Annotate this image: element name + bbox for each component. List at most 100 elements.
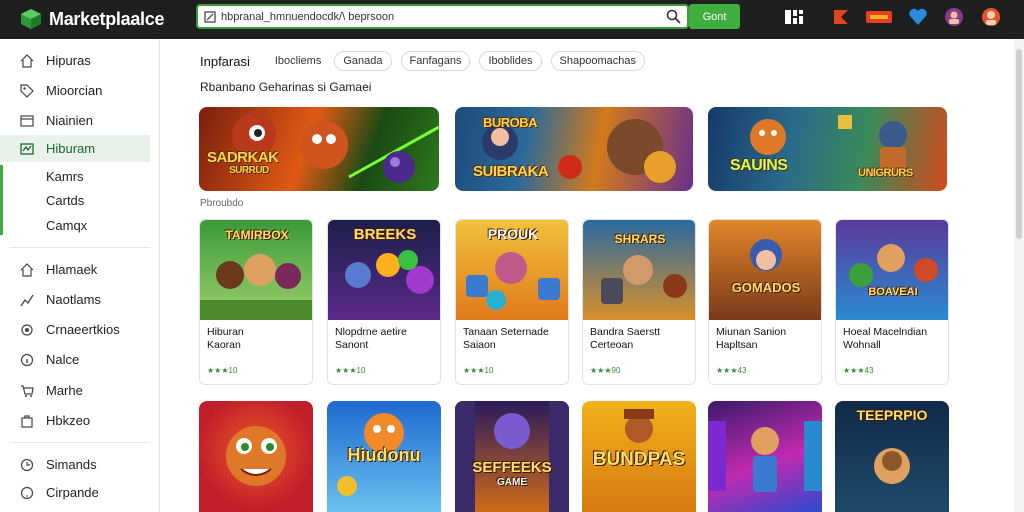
sidebar: Hipuras Mioorcian Niainien Hiburam Kamrs… [0, 39, 160, 512]
game-rating: ★★★10 [335, 366, 366, 375]
profile-badge-icon[interactable] [943, 6, 965, 28]
sidebar-item-cart[interactable]: Marhe [0, 377, 150, 404]
app-grid-icon[interactable] [783, 6, 805, 28]
brand-name: Marketplaalce [49, 8, 165, 29]
game-card-large[interactable]: Hiudonu [327, 401, 441, 512]
game-card[interactable]: GOMADOS Miunan Sanion Hapltsan ★★★43 [708, 219, 822, 385]
chart-icon [20, 294, 34, 306]
featured-banner-2[interactable]: BUROBA SUIBRAKA [455, 107, 693, 191]
tab-2[interactable]: Ganada [334, 51, 392, 71]
sidebar-item-label: Hiburam [46, 141, 96, 156]
sidebar-item-camqx[interactable]: Camqx [0, 212, 150, 239]
deals-icon[interactable] [865, 6, 893, 28]
sidebar-item-history[interactable]: Simands [0, 451, 150, 478]
settings-icon [21, 323, 33, 336]
game-card-large[interactable]: SEFFEEKS GAME [455, 401, 569, 512]
scrollbar-thumb[interactable] [1016, 49, 1022, 239]
game-thumb-title: TAMIRBOX [225, 228, 289, 242]
game-name: Hiburan [207, 326, 244, 338]
game-thumbnail: SHRARS [583, 220, 695, 320]
game-subtitle: Wohnall [843, 339, 881, 351]
tab-5[interactable]: Shapoomachas [550, 51, 645, 71]
game-rating: ★★★43 [843, 366, 874, 375]
popular-section-title: Pbroubdo [200, 198, 244, 209]
clock-icon [20, 458, 34, 471]
home-icon [20, 53, 34, 68]
tab-4[interactable]: Iboblides [479, 51, 542, 71]
avatar-icon[interactable] [980, 6, 1002, 28]
game-thumbnail: TAMIRBOX [200, 220, 312, 320]
sidebar-item-label: Naotlams [46, 292, 101, 307]
game-thumbnail: BOAVEAI [836, 220, 948, 320]
featured-banner-1[interactable]: SADRKAK SURRUD [199, 107, 439, 191]
game-card-large[interactable] [199, 401, 313, 512]
filter-tabs: Inpfarasi Ibocliems Ganada Fanfagans Ibo… [200, 51, 645, 71]
sidebar-item-label: Niainien [46, 113, 93, 128]
sidebar-item-label: Marhe [46, 383, 83, 398]
search-input[interactable] [221, 10, 651, 23]
game-card-large[interactable] [708, 401, 822, 512]
window-icon [20, 114, 34, 127]
sidebar-item-label: Crnaeertkios [46, 322, 120, 337]
sidebar-item-label: Camqx [46, 218, 88, 233]
bag-icon [21, 414, 33, 428]
game-thumb-subtitle: GAME [497, 477, 527, 488]
sidebar-item-kamrs[interactable]: Kamrs [0, 163, 150, 190]
game-rating: ★★★90 [590, 366, 621, 375]
games-icon [20, 142, 34, 155]
game-subtitle: Certeoan [590, 339, 634, 351]
search-icon[interactable] [666, 9, 681, 24]
top-bar: Marketplaalce Gont [0, 0, 1024, 39]
sidebar-item-window[interactable]: Niainien [0, 107, 150, 134]
search-field-icon [204, 10, 216, 23]
tab-3[interactable]: Fanfagans [400, 51, 471, 71]
game-thumb-title: Hiudonu [347, 445, 421, 465]
banner-subtitle: UNIGRURS [858, 167, 913, 179]
game-name: Hoeal Macelndian [843, 326, 928, 338]
sidebar-item-label: Cartds [46, 193, 85, 208]
game-card[interactable]: SHRARS Bandra Saerstt Certeoan ★★★90 [582, 219, 696, 385]
sidebar-item-bag[interactable]: Hbkzeo [0, 407, 150, 434]
sidebar-item-settings[interactable]: Crnaeertkios [0, 316, 150, 343]
game-name: Tanaan Seternade [463, 326, 549, 338]
sidebar-item-home[interactable]: Hipuras [0, 47, 150, 74]
sidebar-item-info[interactable]: Nalce [0, 346, 150, 373]
sidebar-item-label: Cirpande [46, 485, 99, 500]
game-card[interactable]: PROUK Tanaan Seternade Saiaon ★★★10 [455, 219, 569, 385]
game-subtitle: Sanont [335, 339, 369, 351]
tab-1[interactable]: Ibocliems [271, 52, 325, 70]
banner-title: SADRKAK [207, 149, 279, 166]
sidebar-item-games[interactable]: Hiburam [0, 135, 150, 162]
flag-icon[interactable] [830, 6, 852, 28]
sidebar-item-tags[interactable]: Mioorcian [0, 77, 150, 104]
tabs-title: Inpfarasi [200, 53, 250, 69]
game-thumb-title: TEEPRPIO [856, 407, 928, 423]
sidebar-item-help[interactable]: Cirpande [0, 479, 150, 506]
game-name: Bandra Saerstt [590, 326, 661, 338]
game-rating: ★★★43 [716, 366, 747, 375]
game-subtitle: Saiaon [463, 339, 496, 351]
game-thumb-title: BOAVEAI [868, 286, 918, 298]
game-subtitle: Kaoran [207, 339, 241, 351]
heart-icon[interactable] [907, 6, 929, 28]
search-go-button[interactable]: Gont [689, 4, 740, 29]
sidebar-item-label: Kamrs [46, 169, 84, 184]
game-card[interactable]: BREEKS Nlopdrne aetire Sanont ★★★10 [327, 219, 441, 385]
sidebar-item-cards[interactable]: Cartds [0, 187, 150, 214]
banner-title: SAUINS [730, 157, 788, 174]
featured-section-title: Rbanbano Geharinas si Gamaei [200, 80, 372, 94]
sidebar-item-home-2[interactable]: Hlamaek [0, 256, 150, 283]
game-card-large[interactable]: TEEPRPIO [835, 401, 949, 512]
sidebar-item-stats[interactable]: Naotlams [0, 286, 150, 313]
sidebar-item-label: Hipuras [46, 53, 91, 68]
featured-banner-3[interactable]: SAUINS UNIGRURS [708, 107, 947, 191]
search-bar[interactable] [196, 4, 689, 29]
game-card-large[interactable]: BUNDPAS [582, 401, 696, 512]
scrollbar[interactable] [1014, 39, 1024, 512]
game-card[interactable]: TAMIRBOX Hiburan Kaoran ★★★10 [199, 219, 313, 385]
tag-icon [20, 83, 34, 98]
marketplace-logo[interactable]: Marketplaalce [20, 6, 164, 32]
game-card[interactable]: BOAVEAI Hoeal Macelndian Wohnall ★★★43 [835, 219, 949, 385]
game-thumbnail: BREEKS [328, 220, 440, 320]
game-rating: ★★★10 [207, 366, 238, 375]
